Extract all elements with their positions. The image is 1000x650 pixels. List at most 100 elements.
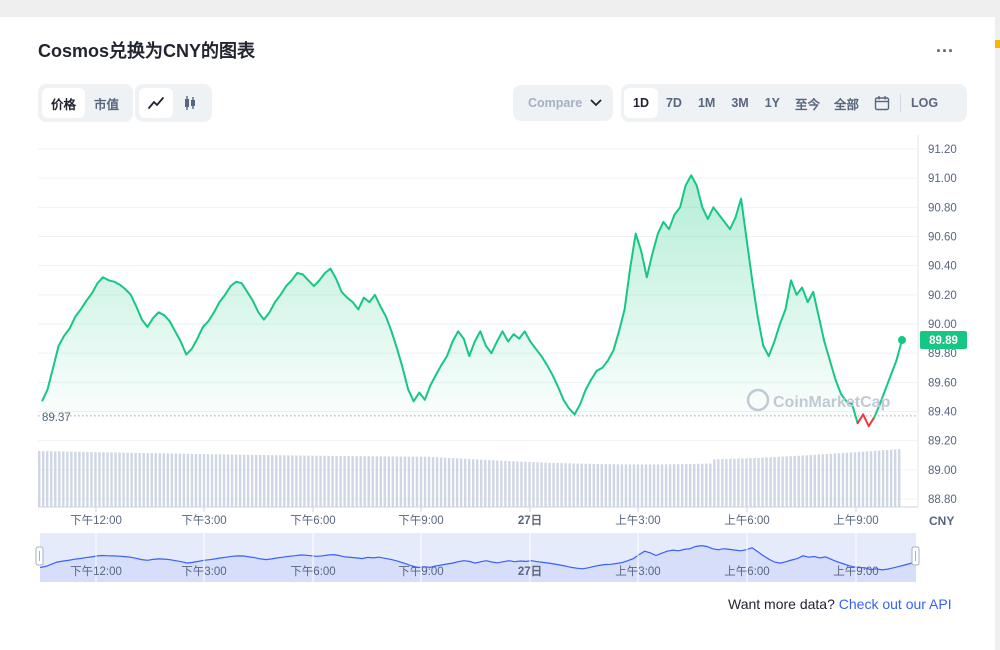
volume-bar	[202, 454, 206, 507]
volume-bar	[721, 459, 724, 507]
volume-bar	[817, 454, 821, 507]
volume-bar	[636, 464, 640, 507]
volume-bar	[877, 450, 881, 507]
volume-bar	[612, 464, 616, 507]
x-tick-label: 下午12:00	[70, 514, 122, 527]
volume-bar	[367, 456, 370, 507]
volume-bar	[873, 450, 877, 507]
volume-bar	[210, 454, 214, 507]
y-tick-label: 89.20	[928, 436, 957, 448]
volume-bar	[383, 456, 386, 507]
api-link[interactable]: Check out our API	[839, 596, 952, 612]
volume-bar	[238, 454, 242, 507]
volume-bar	[447, 457, 451, 507]
volume-bar	[516, 461, 519, 507]
volume-bar	[821, 454, 825, 507]
volume-bar	[455, 458, 459, 507]
volume-bar	[70, 451, 73, 507]
volume-bar	[387, 456, 391, 507]
volume-bar	[861, 451, 865, 507]
volume-bar	[829, 453, 833, 507]
volume-bar	[885, 450, 889, 507]
volume-bar	[391, 456, 395, 507]
volume-bar	[267, 455, 270, 507]
volume-bar	[480, 459, 483, 507]
volume-bar	[379, 456, 382, 507]
volume-bar	[869, 451, 873, 507]
volume-bar	[62, 451, 65, 507]
volume-bar	[351, 456, 354, 507]
volume-bar	[158, 453, 161, 507]
volume-bar	[303, 455, 306, 507]
volume-bar	[680, 464, 684, 507]
price-line-segment	[862, 413, 870, 428]
volume-bar	[857, 451, 861, 507]
volume-bar	[399, 456, 403, 507]
volume-bar	[717, 459, 720, 507]
volume-bar	[359, 456, 362, 507]
volume-bar	[701, 463, 704, 507]
volume-bar	[255, 454, 258, 507]
volume-bar	[271, 455, 274, 507]
volume-bar	[889, 449, 893, 507]
volume-bar	[588, 463, 591, 507]
volume-bar	[484, 459, 487, 507]
volume-bar	[753, 457, 756, 507]
volume-bar	[50, 451, 53, 507]
y-tick-label: 90.60	[928, 232, 957, 244]
volume-bar	[146, 453, 149, 507]
volume-bar	[307, 455, 310, 507]
volume-bar	[263, 455, 266, 507]
x-tick-label: 下午9:00	[398, 514, 443, 527]
volume-bar	[793, 455, 796, 507]
volume-bar	[110, 452, 113, 507]
volume-bar	[813, 454, 816, 507]
watermark-text: CoinMarketCap	[773, 394, 891, 411]
volume-bar	[234, 454, 238, 507]
volume-bar	[608, 464, 612, 507]
volume-bar	[118, 452, 121, 507]
x-tick-label: 上午6:00	[724, 514, 769, 527]
volume-bar	[476, 459, 479, 507]
volume-bar	[174, 453, 178, 507]
volume-bar	[865, 451, 869, 507]
y-tick-label: 89.40	[928, 407, 957, 419]
volume-bar	[745, 458, 748, 507]
volume-bar	[837, 453, 841, 507]
volume-bar	[319, 455, 322, 507]
volume-bar	[323, 455, 326, 507]
volume-bar	[729, 458, 732, 507]
volume-bar	[166, 453, 169, 507]
volume-bar	[403, 456, 407, 507]
volume-bar	[451, 458, 455, 507]
volume-bar	[218, 454, 222, 507]
navigator-tick-label: 下午6:00	[290, 565, 335, 578]
current-price-label: 89.89	[929, 335, 958, 347]
volume-bar	[82, 451, 85, 507]
volume-bar	[648, 464, 652, 507]
volume-bar	[508, 461, 511, 507]
volume-bar	[845, 452, 849, 507]
volume-bar	[672, 464, 676, 507]
volume-bar	[170, 453, 174, 507]
volume-bar	[230, 454, 234, 507]
volume-bar	[283, 455, 286, 507]
volume-bar	[697, 463, 700, 507]
volume-bar	[652, 464, 656, 507]
x-tick-label: 上午9:00	[833, 514, 878, 527]
volume-bar	[668, 464, 672, 507]
volume-bar	[38, 451, 41, 507]
volume-bar	[628, 464, 632, 507]
volume-bar	[315, 455, 318, 507]
navigator-tick-label: 上午3:00	[615, 565, 660, 578]
volume-bar	[596, 464, 599, 507]
volume-bar	[371, 456, 374, 507]
volume-bar	[572, 463, 575, 507]
volume-bar	[250, 454, 254, 507]
volume-bar	[528, 461, 531, 507]
volume-bar	[640, 464, 644, 507]
price-chart[interactable]: 89.37 CoinMarketCap 91.20 91.00 90.80 90.60…	[0, 0, 1000, 650]
volume-bar	[765, 457, 768, 507]
volume-bar	[841, 453, 845, 507]
volume-bar	[295, 455, 298, 507]
